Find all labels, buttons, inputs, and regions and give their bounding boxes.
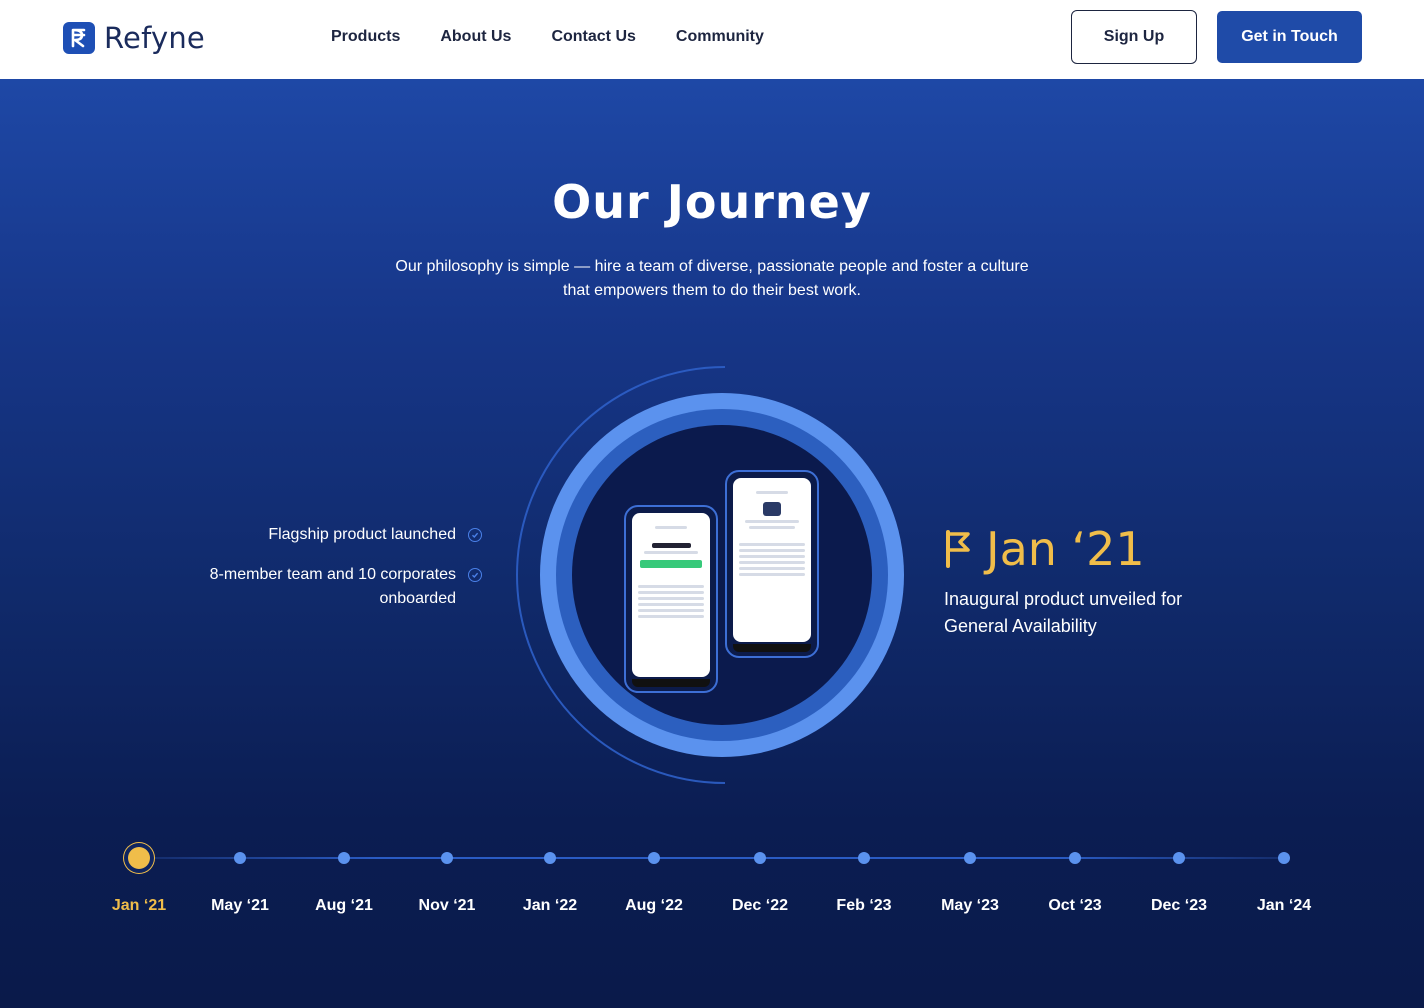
- milestone-description: Inaugural product unveiled for General A…: [944, 589, 1183, 636]
- achievement-text: Flagship product launched: [268, 526, 456, 543]
- timeline-dot[interactable]: [1278, 852, 1290, 864]
- check-icon: [468, 568, 482, 582]
- journey-section: Our Journey Our philosophy is simple — h…: [0, 79, 1424, 1008]
- achievement-item: 8-member team and 10 corporates onboarde…: [160, 563, 482, 611]
- achievements-list: Flagship product launched 8-member team …: [160, 523, 482, 627]
- timeline-label[interactable]: May ‘21: [211, 897, 269, 915]
- brand-name: Refyne: [104, 21, 205, 55]
- timeline-label[interactable]: Jan ‘24: [1257, 897, 1311, 915]
- timeline-dot[interactable]: [964, 852, 976, 864]
- timeline-label[interactable]: May ‘23: [941, 897, 999, 915]
- milestone-detail: Jan ‘21 Inaugural product unveiled for G…: [944, 522, 1244, 640]
- page-subtitle: Our philosophy is simple — hire a team o…: [395, 258, 1029, 299]
- page-title: Our Journey: [552, 175, 872, 229]
- main-nav: Products About Us Contact Us Community: [331, 27, 804, 47]
- timeline-label[interactable]: Jan ‘22: [523, 897, 577, 915]
- timeline: Jan ‘21 May ‘21 Aug ‘21 Nov ‘21 Jan ‘22 Aug ‘…: [0, 837, 1424, 937]
- timeline-label[interactable]: Oct ‘23: [1048, 897, 1101, 915]
- site-header: Refyne Products About Us Contact Us Comm…: [0, 0, 1424, 79]
- rupee-logo-icon: [63, 22, 95, 54]
- timeline-label[interactable]: Nov ‘21: [419, 897, 476, 915]
- milestone-date: Jan ‘21: [986, 522, 1145, 576]
- nav-about-us[interactable]: About Us: [440, 27, 511, 47]
- achievement-text: 8-member team and 10 corporates onboarde…: [209, 566, 456, 607]
- timeline-label[interactable]: Feb ‘23: [836, 897, 891, 915]
- nav-contact-us[interactable]: Contact Us: [551, 27, 635, 47]
- timeline-dot[interactable]: [544, 852, 556, 864]
- phone-mockup-right: [725, 470, 819, 658]
- timeline-dot[interactable]: [128, 847, 150, 869]
- timeline-dot[interactable]: [441, 852, 453, 864]
- nav-products[interactable]: Products: [331, 27, 400, 47]
- timeline-dot[interactable]: [1069, 852, 1081, 864]
- timeline-dot[interactable]: [858, 852, 870, 864]
- flag-icon: [946, 530, 970, 568]
- timeline-label[interactable]: Dec ‘23: [1151, 897, 1207, 915]
- timeline-dot[interactable]: [754, 852, 766, 864]
- phone-mockup-left: [624, 505, 718, 693]
- nav-community[interactable]: Community: [676, 27, 764, 47]
- get-in-touch-button[interactable]: Get in Touch: [1217, 11, 1362, 63]
- timeline-label[interactable]: Aug ‘22: [625, 897, 683, 915]
- timeline-dot[interactable]: [1173, 852, 1185, 864]
- timeline-dot[interactable]: [234, 852, 246, 864]
- check-icon: [468, 528, 482, 542]
- timeline-track: [150, 857, 1284, 859]
- timeline-label[interactable]: Aug ‘21: [315, 897, 373, 915]
- achievement-item: Flagship product launched: [160, 523, 482, 547]
- timeline-label[interactable]: Dec ‘22: [732, 897, 788, 915]
- timeline-label[interactable]: Jan ‘21: [112, 897, 166, 915]
- brand-logo[interactable]: Refyne: [63, 21, 205, 55]
- sign-up-button[interactable]: Sign Up: [1071, 10, 1197, 64]
- timeline-dot[interactable]: [648, 852, 660, 864]
- timeline-dot[interactable]: [338, 852, 350, 864]
